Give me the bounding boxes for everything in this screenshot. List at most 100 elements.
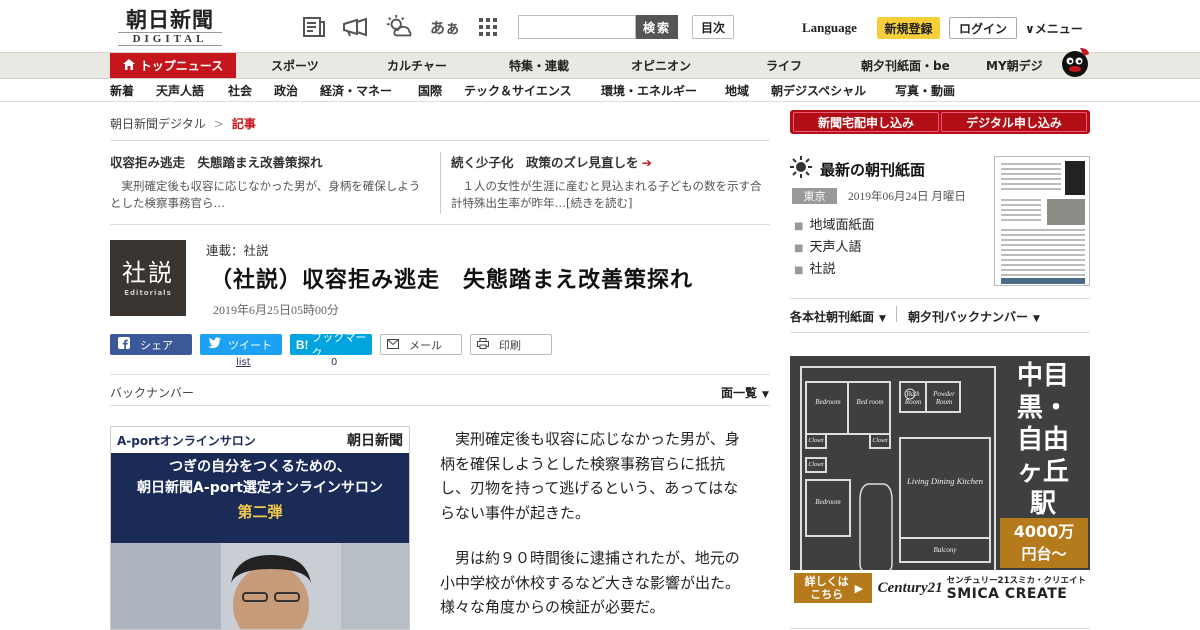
regional-editions-dropdown[interactable]: 各本社朝刊紙面 ▼ [790, 308, 886, 325]
nav-item-features[interactable]: 特集・連載 [509, 53, 569, 78]
room-label: Bed room [856, 398, 884, 406]
tweet-label: ツイート [228, 338, 272, 352]
related-desc: 実刑確定後も収容に応じなかった男が、身柄を確保しようとした検察事務官ら… [110, 179, 421, 210]
mail-button[interactable]: メール [380, 334, 462, 355]
latest-edition-heading[interactable]: 最新の朝刊紙面 [790, 156, 925, 182]
breadcrumb-home[interactable]: 朝日新聞デジタル [110, 117, 206, 131]
divider [790, 298, 1090, 299]
sidebar-link-label: 地域面紙面 [809, 218, 875, 233]
breadcrumb-current: 記事 [231, 117, 256, 131]
sidebar-link-tenseijingo[interactable]: ■ 天声人語 [794, 236, 861, 255]
nav-item-culture[interactable]: カルチャー [387, 53, 447, 78]
home-delivery-button[interactable]: 新聞宅配申し込み [793, 112, 939, 132]
toc-button[interactable]: 目次 [692, 15, 734, 39]
nav-item-print-edition[interactable]: 朝夕刊紙面・be [861, 53, 950, 78]
nav2-item-economy[interactable]: 経済・マネー [320, 79, 392, 102]
menu-label: メニュー [1034, 22, 1083, 36]
room-label: Closet [808, 438, 824, 444]
ad-century21[interactable]: Bedroom Bed room Bath Room Powder Room L… [790, 356, 1090, 606]
caret-down-icon: ▼ [1033, 314, 1040, 324]
home-icon [122, 58, 135, 73]
mail-icon [383, 338, 403, 352]
hatena-bookmark-button[interactable]: B! ブックマーク [290, 331, 372, 360]
nav-secondary: 新着 天声人語 社会 政治 経済・マネー 国際 テック＆サイエンス 環境・エネル… [0, 78, 1200, 102]
divider [790, 628, 1090, 629]
editorial-series-image[interactable]: 社説 Editorials [110, 240, 186, 316]
sidebar-link-local[interactable]: ■ 地域面紙面 [794, 214, 874, 233]
edition-date: 2019年06月24日 月曜日 [848, 191, 966, 203]
breadcrumb: 朝日新聞デジタル > 記事 [110, 115, 256, 132]
menu-button[interactable]: ∨メニュー [1025, 20, 1083, 37]
nav-item-opinion[interactable]: オピニオン [631, 53, 691, 78]
related-title[interactable]: 続く少子化 政策のズレ見直しを ➔ [451, 154, 771, 172]
ad-line1: つぎの自分をつくるための、 [169, 459, 351, 475]
dropdown-label: 朝夕刊バックナンバー [908, 310, 1029, 324]
nav2-item-tech[interactable]: テック＆サイエンス [464, 79, 572, 102]
twitter-icon [204, 337, 224, 352]
series-image-en: Editorials [124, 289, 172, 297]
search-input[interactable] [518, 15, 636, 39]
floor-plan-image: Bedroom Bed room Bath Room Powder Room L… [800, 366, 996, 592]
ad-aport-salon[interactable]: A-portオンラインサロン 朝日新聞 つぎの自分をつくるための、 朝日新聞A-… [110, 426, 410, 630]
grid-menu-icon[interactable] [474, 14, 502, 40]
site-logo[interactable]: 朝日新聞 DIGITAL [112, 8, 228, 48]
divider [110, 405, 770, 406]
weather-icon[interactable] [385, 14, 413, 40]
nav2-item-politics[interactable]: 政治 [274, 79, 298, 102]
paper-edition-icon[interactable] [300, 14, 328, 40]
nav2-item-society[interactable]: 社会 [228, 79, 252, 102]
megaphone-icon[interactable] [341, 14, 369, 40]
newspaper-thumbnail[interactable] [994, 156, 1090, 286]
sidebar-link-editorial[interactable]: ■ 社説 [794, 258, 835, 277]
backnumber-dropdown[interactable]: 朝夕刊バックナンバー ▼ [908, 308, 1040, 325]
series-image-kanji: 社説 [122, 259, 174, 287]
page-list-dropdown[interactable]: 面一覧 ▼ [721, 384, 769, 401]
facebook-share-button[interactable]: シェア [110, 334, 192, 355]
nav-item-top-news[interactable]: トップニュース [110, 53, 236, 78]
print-icon [473, 337, 493, 352]
nav2-item-environment[interactable]: 環境・エネルギー [601, 79, 697, 102]
print-button[interactable]: 印刷 [470, 334, 552, 355]
ad-details-button[interactable]: 詳しくはこちら ▶ [794, 573, 872, 603]
nav2-item-international[interactable]: 国際 [418, 79, 442, 102]
ad-photo [111, 543, 409, 629]
login-button[interactable]: ログイン [949, 17, 1017, 39]
language-link[interactable]: Language [802, 20, 857, 36]
nav-item-sports[interactable]: スポーツ [271, 53, 319, 78]
ad-big-line: 自由ヶ丘駅 [1016, 425, 1069, 519]
ad-line2: 朝日新聞A-port選定オンラインサロン [137, 480, 383, 496]
chevron-down-icon: ∨ [1025, 22, 1035, 36]
nav2-item-photo-video[interactable]: 写真・動画 [895, 79, 955, 102]
series-label[interactable]: 連載：社説 [206, 240, 269, 259]
mascot-icon[interactable] [1058, 44, 1092, 78]
sun-icon [790, 156, 812, 182]
room-label: Bedroom [815, 498, 841, 506]
bookmark-label: ブックマーク [311, 330, 367, 360]
search-button[interactable]: 検索 [636, 15, 678, 39]
ad-brand-line1: センチュリー21スミカ・クリエイト [946, 576, 1086, 586]
room-label: Closet [808, 462, 824, 468]
logo-en: DIGITAL [118, 32, 222, 46]
twitter-share-button[interactable]: ツイート [200, 334, 282, 355]
digital-subscribe-button[interactable]: デジタル申し込み [941, 112, 1087, 132]
ad-line3: 第二弾 [237, 503, 283, 521]
header: 朝日新聞 DIGITAL あぁ 検索 目次 Language 新規登録 ログイン… [0, 0, 1200, 52]
twitter-list-link[interactable]: list [236, 357, 251, 368]
nav2-item-special[interactable]: 朝デジスペシャル [771, 79, 866, 102]
divider [440, 152, 441, 214]
text-size-icon[interactable]: あぁ [430, 14, 460, 40]
nav2-item-tenseijingo[interactable]: 天声人語 [156, 79, 204, 102]
register-button[interactable]: 新規登録 [877, 17, 940, 39]
nav-primary: トップニュース スポーツ カルチャー 特集・連載 オピニオン ライフ 朝夕刊紙面… [0, 52, 1200, 78]
nav2-item-new[interactable]: 新着 [110, 79, 134, 102]
ad-big-line: 中目黒・ [1016, 361, 1069, 423]
nav-item-life[interactable]: ライフ [766, 53, 802, 78]
page-list-label: 面一覧 [721, 386, 758, 400]
century21-logo: Century21 [877, 579, 943, 596]
related-title[interactable]: 収容拒み逃走 失態踏まえ改善策探れ [110, 154, 430, 172]
nav-item-my-asadigi[interactable]: MY朝デジ [986, 53, 1043, 78]
nav2-item-region[interactable]: 地域 [725, 79, 749, 102]
related-article[interactable]: 続く少子化 政策のズレ見直しを ➔ １人の女性が生涯に産むと見込まれる子どもの数を… [451, 154, 771, 212]
related-article[interactable]: 収容拒み逃走 失態踏まえ改善策探れ 実刑確定後も収容に応じなかった男が、身柄を確… [110, 154, 430, 212]
ad-details-label: 詳しくはこちら [804, 575, 849, 601]
